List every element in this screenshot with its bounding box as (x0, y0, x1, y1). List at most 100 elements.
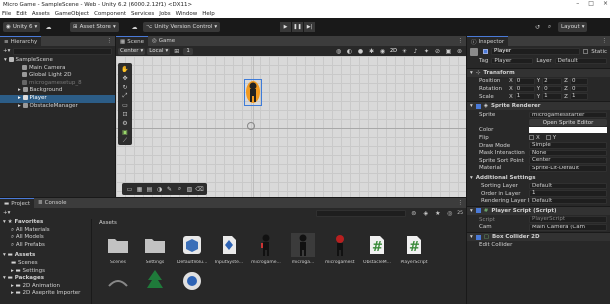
player-selection-rect[interactable] (244, 79, 262, 106)
effects-icon[interactable]: ◉ (378, 47, 387, 55)
palette-icon[interactable]: ▦ (135, 185, 144, 193)
asset-item[interactable]: # ObstacleM... (363, 233, 391, 265)
scene-viewport[interactable] (116, 56, 466, 197)
picker-icon[interactable]: ⌕ (175, 185, 184, 193)
transform-tool-icon[interactable]: ⊡ (121, 110, 130, 118)
menu-help[interactable]: Help (202, 11, 215, 17)
more-icon[interactable]: ⋮ (458, 38, 464, 44)
hierarchy-item-global-light[interactable]: Global Light 2D (0, 72, 115, 80)
player-script-header[interactable]: ▾ # Player Script (Script) (467, 205, 610, 215)
scale-y-field[interactable]: 1 (542, 93, 563, 100)
play-button[interactable]: ▶ (280, 22, 291, 32)
snap-field[interactable]: 1 (183, 47, 193, 55)
rotation-z-field[interactable]: 0 (569, 85, 588, 93)
layer-dropdown[interactable]: Default (554, 57, 607, 65)
open-sprite-editor-button[interactable]: Open Sprite Editor (529, 119, 607, 127)
more-icon[interactable]: ⋮ (458, 200, 464, 206)
menu-jobs[interactable]: Jobs (159, 11, 170, 17)
pivot-dropdown[interactable]: Center ▾ (118, 47, 146, 55)
asset-item[interactable]: InputSyste... (215, 233, 243, 265)
fx-icon[interactable]: ✦ (422, 47, 431, 55)
tree-2d-aseprite[interactable]: ▸ ▬ 2D Aseprite Importer (0, 290, 91, 298)
sort-point-dropdown[interactable]: Center (529, 157, 607, 164)
tree-all-prefabs[interactable]: ⌕ All Prefabs (0, 242, 91, 250)
sphere-icon[interactable]: ● (356, 47, 365, 55)
maximize-button[interactable]: □ (588, 0, 594, 7)
tree-favorites[interactable]: ▾ ★ Favorites (0, 219, 91, 227)
draw-mode-dropdown[interactable]: Simple (529, 142, 607, 149)
additional-settings-header[interactable]: ▾ Additional Settings (467, 173, 610, 182)
erase-icon[interactable]: ⌫ (195, 185, 204, 193)
menu-services[interactable]: Services (131, 11, 154, 17)
tab-console[interactable]: ≣ Console (34, 198, 70, 208)
sprite-field[interactable]: microgamesstarter (529, 111, 607, 119)
menu-file[interactable]: File (2, 11, 11, 17)
menu-edit[interactable]: Edit (16, 11, 27, 17)
rendering-layer-dropdown[interactable]: Default (529, 197, 607, 205)
light-icon[interactable]: ☀ (400, 47, 409, 55)
camera-icon[interactable]: ▣ (444, 47, 453, 55)
layers-icon[interactable]: ▤ (145, 185, 154, 193)
filter-icon[interactable]: ⊜ (409, 209, 418, 217)
tag-dropdown[interactable]: Player (491, 57, 534, 65)
tools-icon[interactable]: ✱ (367, 47, 376, 55)
menu-component[interactable]: Component (94, 11, 126, 17)
pivot-handle-icon[interactable] (247, 122, 255, 130)
enabled-checkbox[interactable] (475, 208, 481, 214)
tree-all-models[interactable]: ⌕ All Models (0, 234, 91, 242)
history-icon[interactable]: ↺ (533, 23, 542, 31)
menu-gameobject[interactable]: GameObject (55, 11, 89, 17)
search-icon[interactable]: ⌕ (545, 23, 554, 31)
sprite-renderer-header[interactable]: ▾ ◈ Sprite Renderer (467, 101, 610, 111)
rect-tool-icon[interactable]: ▭ (121, 101, 130, 109)
minimize-button[interactable]: – (576, 0, 579, 7)
enabled-checkbox[interactable] (475, 103, 481, 109)
hand-tool-icon[interactable]: ✋ (121, 65, 130, 73)
account-button[interactable]: ◉ Unity 6 ▾ (3, 22, 41, 32)
asset-item[interactable]: Settings (142, 233, 168, 265)
tab-project[interactable]: ▬ Project (0, 198, 35, 208)
asset-item[interactable] (179, 269, 205, 293)
move-tool-icon[interactable]: ✥ (121, 74, 130, 82)
tree-all-materials[interactable]: ⌕ All Materials (0, 227, 91, 235)
hierarchy-item-microgamesetup[interactable]: microgamesetup_8 (0, 79, 115, 88)
more-icon[interactable]: ⋮ (107, 38, 113, 44)
project-search-input[interactable] (316, 209, 407, 217)
fill-icon[interactable]: ▧ (185, 185, 194, 193)
editor-tool-icon[interactable]: ▣ (121, 128, 130, 136)
asset-item[interactable]: microga... (290, 233, 316, 265)
cam-field[interactable]: Main Camera (Cam (529, 224, 607, 231)
more-icon[interactable]: ⋮ (602, 38, 608, 44)
add-icon[interactable]: +▾ (3, 48, 10, 54)
tab-scene[interactable]: ▦ Scene (116, 36, 148, 46)
menu-window[interactable]: Window (176, 11, 198, 17)
asset-item[interactable]: DefaultVolu... (177, 233, 207, 265)
custom-tool-icon[interactable]: ⚙ (121, 119, 130, 127)
gizmos-icon[interactable]: ⊛ (455, 47, 464, 55)
audio-icon[interactable]: ♪ (411, 47, 420, 55)
label-icon[interactable]: ◈ (421, 209, 430, 217)
asset-item[interactable]: # PlayerScript (400, 233, 428, 265)
hierarchy-item-player[interactable]: ▸ Player (0, 94, 115, 103)
orbit-icon[interactable]: ◍ (334, 47, 343, 55)
add-icon[interactable]: +▾ (3, 210, 10, 216)
scale-z-field[interactable]: 1 (569, 93, 588, 100)
cloud-sync-icon[interactable]: ☁ (130, 23, 139, 31)
hierarchy-item-obstaclemanager[interactable]: ▸ ObstacleManager (0, 102, 115, 111)
enabled-checkbox[interactable] (475, 234, 481, 240)
grid-icon[interactable]: ⊞ (172, 47, 181, 55)
tree-settings[interactable]: ▸ ▬ Settings (0, 268, 91, 276)
star-icon[interactable]: ★ (433, 209, 442, 217)
close-button[interactable]: × (603, 0, 608, 7)
asset-item[interactable] (142, 269, 168, 293)
tab-inspector[interactable]: ⓘ Inspector (467, 36, 509, 46)
brush-icon[interactable]: ✎ (165, 185, 174, 193)
box-collider-header[interactable]: ▾ ▢ Box Collider 2D (467, 232, 610, 242)
sorting-layer-dropdown[interactable]: Default (529, 182, 607, 190)
sort-icon[interactable]: ◑ (155, 185, 164, 193)
pause-button[interactable]: ❚❚ (292, 22, 303, 32)
tab-hierarchy[interactable]: ≡ Hierarchy (0, 36, 42, 46)
layout-dropdown[interactable]: Layout ▾ (558, 22, 588, 32)
mask-dropdown[interactable]: None (529, 149, 607, 157)
hierarchy-item-main-camera[interactable]: Main Camera (0, 64, 115, 73)
